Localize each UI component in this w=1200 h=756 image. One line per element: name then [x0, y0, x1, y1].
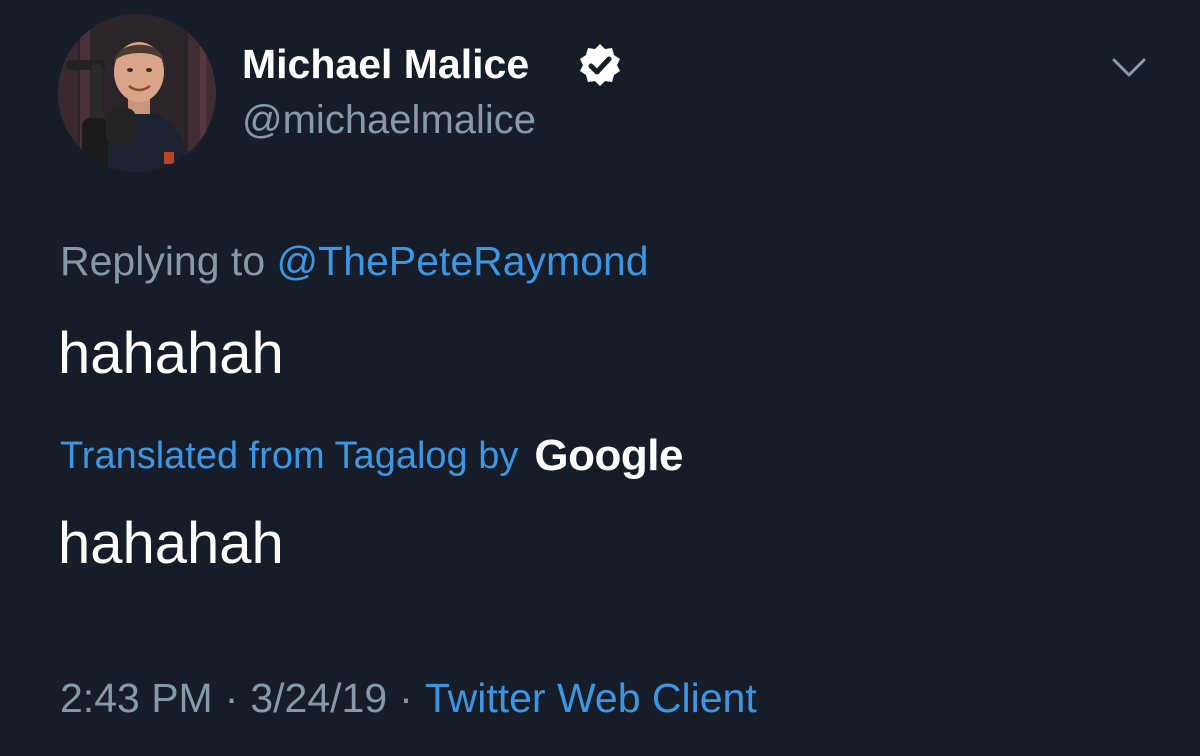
chevron-down-icon[interactable]	[1111, 55, 1147, 81]
translation-attribution: Translated from Tagalog by Google	[60, 430, 683, 482]
avatar-image	[58, 14, 216, 172]
tweet-card: Michael Malice @michaelmalice Replying t…	[0, 0, 1200, 756]
tweet-metadata: 2:43 PM · 3/24/19 · Twitter Web Client	[60, 673, 757, 723]
user-handle[interactable]: @michaelmalice	[242, 96, 536, 144]
replying-to-label: Replying to	[60, 238, 266, 284]
tweet-date[interactable]: 3/24/19	[250, 675, 387, 721]
google-logo: Google	[534, 431, 683, 480]
tweet-client-link[interactable]: Twitter Web Client	[425, 675, 757, 721]
meta-separator: ·	[399, 675, 413, 721]
display-name[interactable]: Michael Malice	[242, 40, 529, 88]
tweet-text: hahahah	[58, 321, 284, 386]
verified-badge-icon	[580, 44, 620, 86]
translated-tweet-text: hahahah	[58, 511, 284, 576]
translation-label[interactable]: Translated from Tagalog by	[60, 435, 518, 478]
meta-separator: ·	[224, 675, 239, 721]
avatar[interactable]	[58, 14, 216, 172]
reply-mention-link[interactable]: @ThePeteRaymond	[277, 238, 649, 284]
replying-to-line: Replying to @ThePeteRaymond	[60, 236, 649, 286]
tweet-time[interactable]: 2:43 PM	[60, 675, 213, 721]
